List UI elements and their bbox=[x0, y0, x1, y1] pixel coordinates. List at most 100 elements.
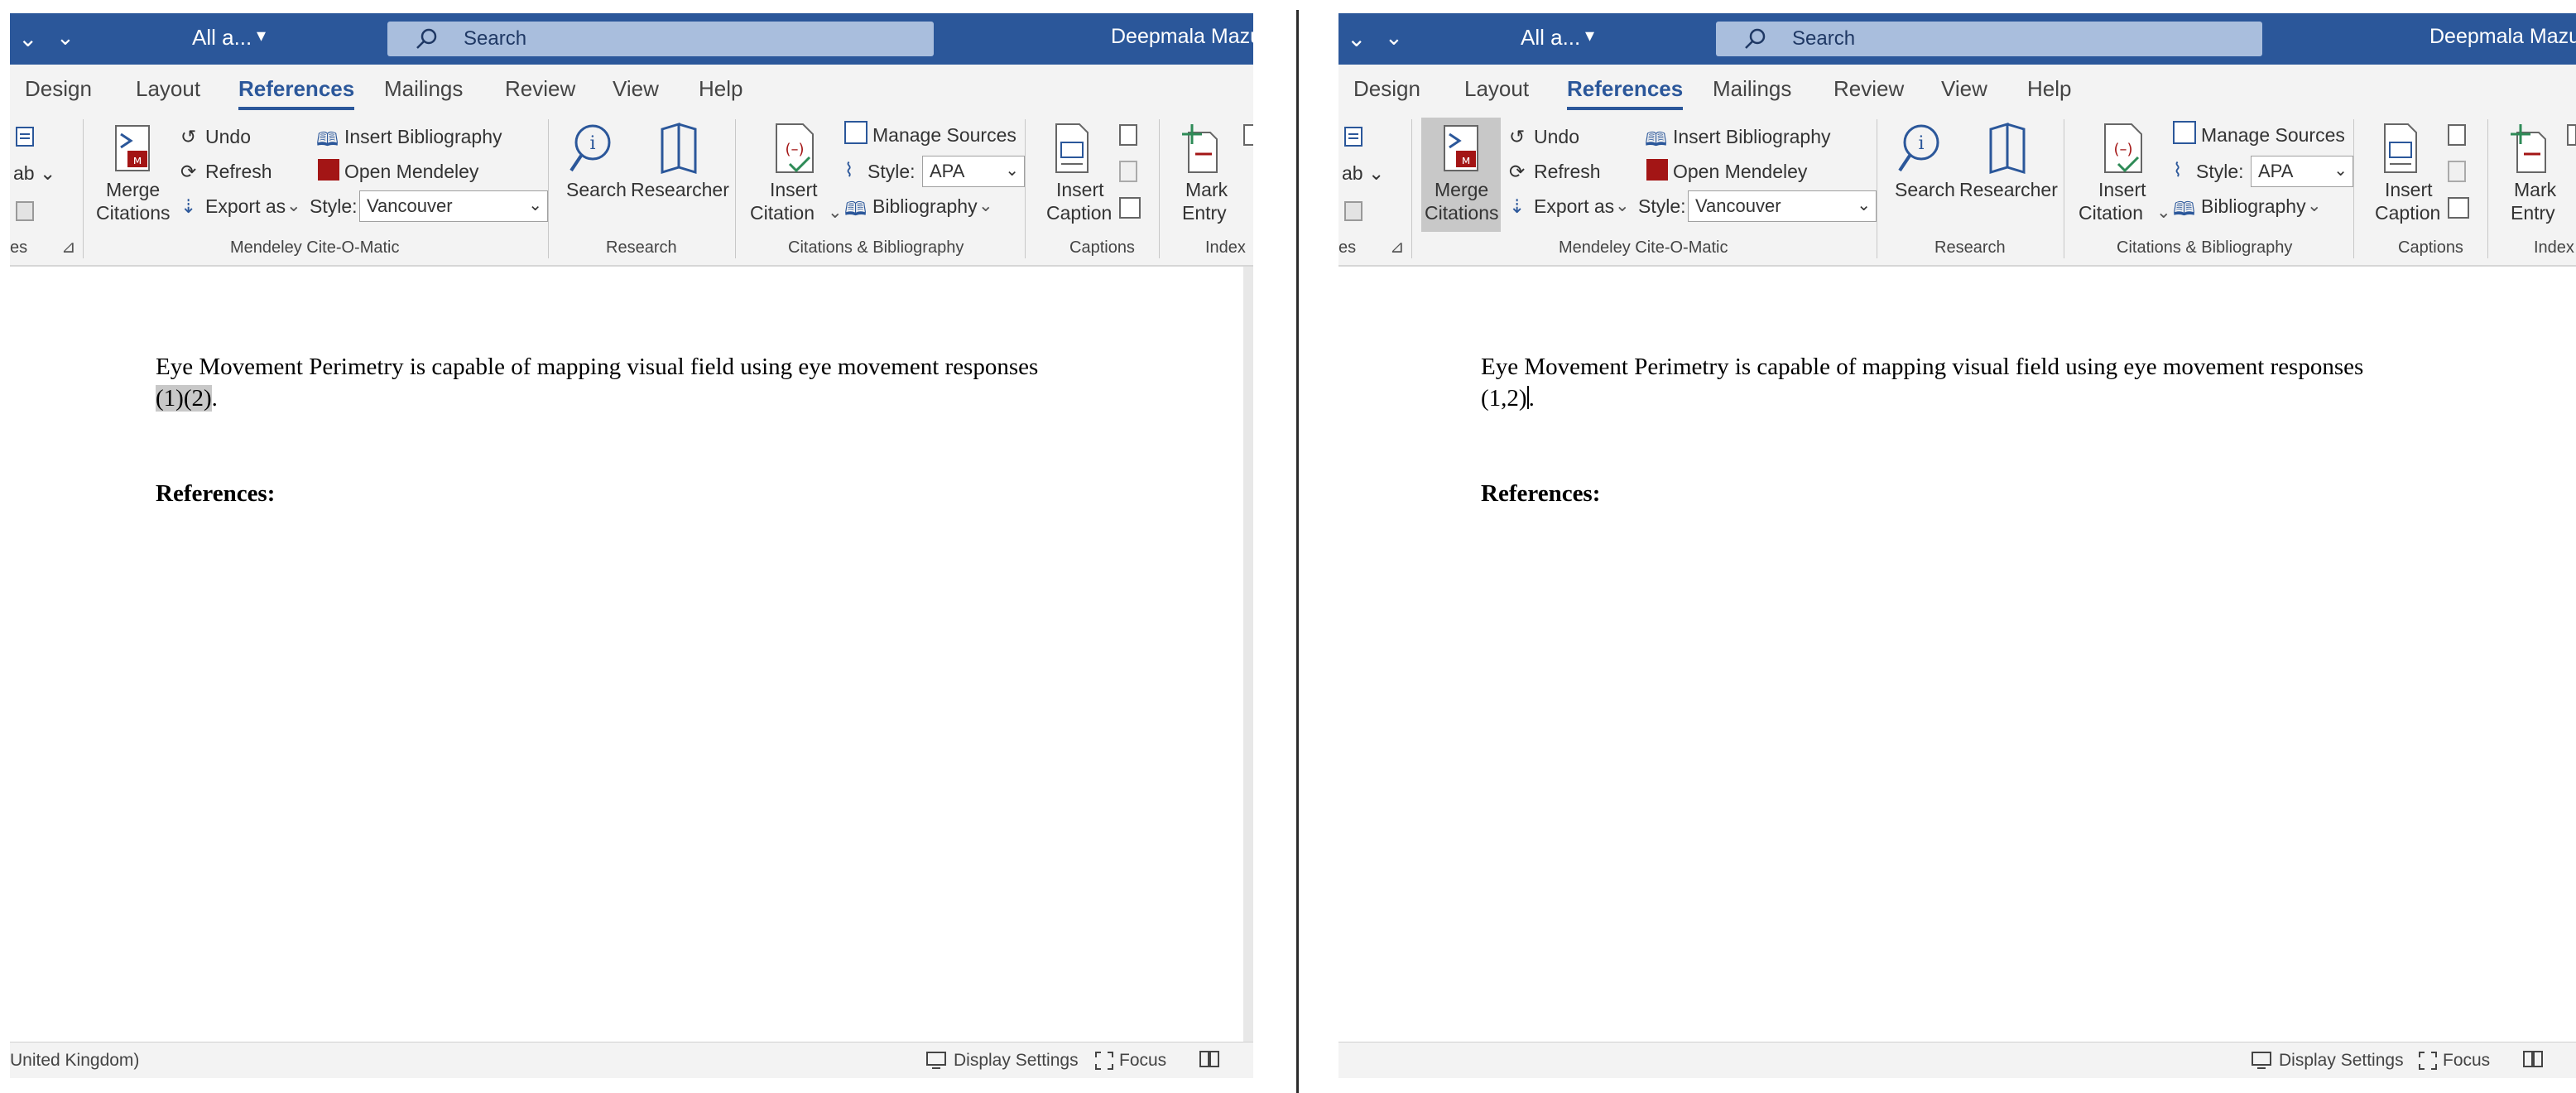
language-status[interactable]: United Kingdom) bbox=[10, 1051, 139, 1071]
focus-button[interactable]: Focus bbox=[2443, 1051, 2490, 1071]
bibliography-chevron-icon[interactable]: ⌄ bbox=[2307, 195, 2322, 216]
document-page[interactable]: Eye Movement Perimetry is capable of map… bbox=[1338, 267, 2576, 1042]
tab-design[interactable]: Design bbox=[1353, 76, 1420, 102]
caret-down-icon[interactable]: ▾ bbox=[257, 25, 266, 46]
refresh-button[interactable]: Refresh bbox=[1534, 161, 1601, 183]
export-icon[interactable]: ⇣ bbox=[1509, 195, 1525, 218]
tab-layout[interactable]: Layout bbox=[1464, 76, 1529, 102]
insert-citation-label-1[interactable]: Insert bbox=[2098, 179, 2146, 201]
insert-citation-chevron-icon[interactable]: ⌄ bbox=[828, 202, 843, 223]
insert-bibliography-button[interactable]: Insert Bibliography bbox=[1673, 126, 1831, 148]
manage-sources-button[interactable]: Manage Sources bbox=[2201, 124, 2345, 147]
gray-doc-icon[interactable] bbox=[1342, 199, 1367, 224]
user-name[interactable]: Deepmala Mazum bbox=[1111, 25, 1253, 49]
insert-caption-label-1[interactable]: Insert bbox=[2385, 179, 2433, 201]
chevron-down-icon[interactable]: ⌄ bbox=[18, 25, 37, 52]
spelling-icon[interactable]: ab ⌄ bbox=[1342, 162, 1384, 185]
chevron-down-icon[interactable]: ⌄ bbox=[1347, 25, 1366, 52]
insert-citation-label-1[interactable]: Insert bbox=[770, 179, 818, 201]
insert-citation-label-2[interactable]: Citation bbox=[2079, 202, 2143, 224]
search-box[interactable]: Search bbox=[387, 22, 934, 56]
update-table-icon[interactable] bbox=[1342, 124, 1367, 149]
undo-icon[interactable]: ↺ bbox=[180, 126, 196, 148]
insert-caption-label-2[interactable]: Caption bbox=[2375, 202, 2440, 224]
document-page[interactable]: Eye Movement Perimetry is capable of map… bbox=[10, 267, 1253, 1042]
insert-citation-chevron-icon[interactable]: ⌄ bbox=[2156, 202, 2171, 223]
search-button[interactable]: Search bbox=[1895, 179, 1955, 201]
body-paragraph[interactable]: Eye Movement Perimetry is capable of map… bbox=[1481, 351, 2474, 414]
open-mendeley-button[interactable]: Open Mendeley bbox=[344, 161, 478, 183]
search-button[interactable]: Search bbox=[566, 179, 627, 201]
insert-index-icon[interactable] bbox=[1243, 124, 1253, 146]
export-chevron-icon[interactable]: ⌄ bbox=[1615, 195, 1630, 216]
citation-style-select[interactable]: Vancouver ⌄ bbox=[1688, 190, 1877, 222]
insert-caption-label-2[interactable]: Caption bbox=[1046, 202, 1112, 224]
export-as-button[interactable]: Export as bbox=[205, 195, 286, 218]
update-table-icon[interactable] bbox=[13, 124, 38, 149]
manage-sources-icon[interactable] bbox=[844, 121, 867, 144]
insert-bibliography-button[interactable]: Insert Bibliography bbox=[344, 126, 502, 148]
insert-table-of-figures-icon[interactable] bbox=[1119, 124, 1137, 146]
tab-mailings[interactable]: Mailings bbox=[384, 76, 463, 102]
tab-review[interactable]: Review bbox=[505, 76, 575, 102]
insert-table-of-figures-icon[interactable] bbox=[2448, 124, 2466, 146]
update-table-icon[interactable] bbox=[2448, 161, 2466, 182]
export-chevron-icon[interactable]: ⌄ bbox=[286, 195, 301, 216]
spelling-icon[interactable]: ab ⌄ bbox=[13, 162, 55, 185]
merge-citations-label-2[interactable]: Citations bbox=[96, 202, 170, 224]
bibliography-button[interactable]: Bibliography bbox=[2201, 195, 2306, 218]
tab-layout[interactable]: Layout bbox=[136, 76, 200, 102]
vertical-scrollbar[interactable] bbox=[1243, 267, 1253, 1042]
export-icon[interactable]: ⇣ bbox=[180, 195, 196, 218]
tab-help[interactable]: Help bbox=[2027, 76, 2071, 102]
insert-citation-label-2[interactable]: Citation bbox=[750, 202, 815, 224]
refresh-button[interactable]: Refresh bbox=[205, 161, 272, 183]
customize-toolbar-icon[interactable]: ⌄ bbox=[56, 25, 74, 51]
customize-toolbar-icon[interactable]: ⌄ bbox=[1385, 25, 1403, 51]
caret-down-icon[interactable]: ▾ bbox=[1585, 25, 1594, 46]
tab-view[interactable]: View bbox=[613, 76, 659, 102]
insert-index-icon[interactable] bbox=[2567, 124, 2576, 146]
user-name[interactable]: Deepmala Mazum bbox=[2429, 25, 2576, 49]
insert-caption-label-1[interactable]: Insert bbox=[1056, 179, 1104, 201]
book-icon[interactable]: 🕮 bbox=[316, 126, 339, 158]
cross-reference-icon[interactable] bbox=[2448, 197, 2469, 219]
display-settings-button[interactable]: Display Settings bbox=[2279, 1051, 2404, 1071]
bibliography-style-select[interactable]: APA ⌄ bbox=[922, 156, 1025, 187]
tab-design[interactable]: Design bbox=[25, 76, 92, 102]
citation-field[interactable]: (1)(2) bbox=[156, 385, 212, 412]
undo-icon[interactable]: ↺ bbox=[1509, 126, 1525, 148]
focus-button[interactable]: Focus bbox=[1119, 1051, 1166, 1071]
mark-entry-label-2[interactable]: Entry bbox=[2511, 202, 2555, 224]
citation-field[interactable]: (1,2) bbox=[1481, 385, 1527, 412]
mark-entry-label-2[interactable]: Entry bbox=[1182, 202, 1227, 224]
read-mode-icon[interactable] bbox=[2522, 1049, 2544, 1069]
document-title[interactable]: All a... bbox=[192, 25, 252, 51]
dialog-launcher-icon[interactable]: ⊿ bbox=[1390, 237, 1405, 258]
cross-reference-icon[interactable] bbox=[1119, 197, 1141, 219]
export-as-button[interactable]: Export as bbox=[1534, 195, 1614, 218]
read-mode-icon[interactable] bbox=[1199, 1049, 1220, 1069]
search-box[interactable]: Search bbox=[1716, 22, 2262, 56]
mendeley-icon[interactable] bbox=[318, 159, 339, 181]
merge-citations-label-2[interactable]: Citations bbox=[1425, 202, 1498, 224]
body-paragraph[interactable]: Eye Movement Perimetry is capable of map… bbox=[156, 351, 1149, 414]
manage-sources-button[interactable]: Manage Sources bbox=[872, 124, 1016, 147]
undo-button[interactable]: Undo bbox=[205, 126, 251, 148]
tab-help[interactable]: Help bbox=[699, 76, 743, 102]
bibliography-style-select[interactable]: APA ⌄ bbox=[2251, 156, 2353, 187]
dialog-launcher-icon[interactable]: ⊿ bbox=[61, 237, 76, 258]
tab-mailings[interactable]: Mailings bbox=[1713, 76, 1791, 102]
tab-view[interactable]: View bbox=[1941, 76, 1987, 102]
merge-citations-label-1[interactable]: Merge bbox=[106, 179, 160, 201]
display-settings-button[interactable]: Display Settings bbox=[954, 1051, 1079, 1071]
mendeley-icon[interactable] bbox=[1646, 159, 1668, 181]
bibliography-chevron-icon[interactable]: ⌄ bbox=[978, 195, 993, 216]
tab-references[interactable]: References bbox=[238, 76, 355, 110]
book-icon[interactable]: 🕮 bbox=[1645, 126, 1667, 158]
mark-entry-label-1[interactable]: Mark bbox=[1185, 179, 1228, 201]
gray-doc-icon[interactable] bbox=[13, 199, 38, 224]
update-table-icon[interactable] bbox=[1119, 161, 1137, 182]
refresh-icon[interactable]: ⟳ bbox=[180, 161, 196, 183]
undo-button[interactable]: Undo bbox=[1534, 126, 1579, 148]
